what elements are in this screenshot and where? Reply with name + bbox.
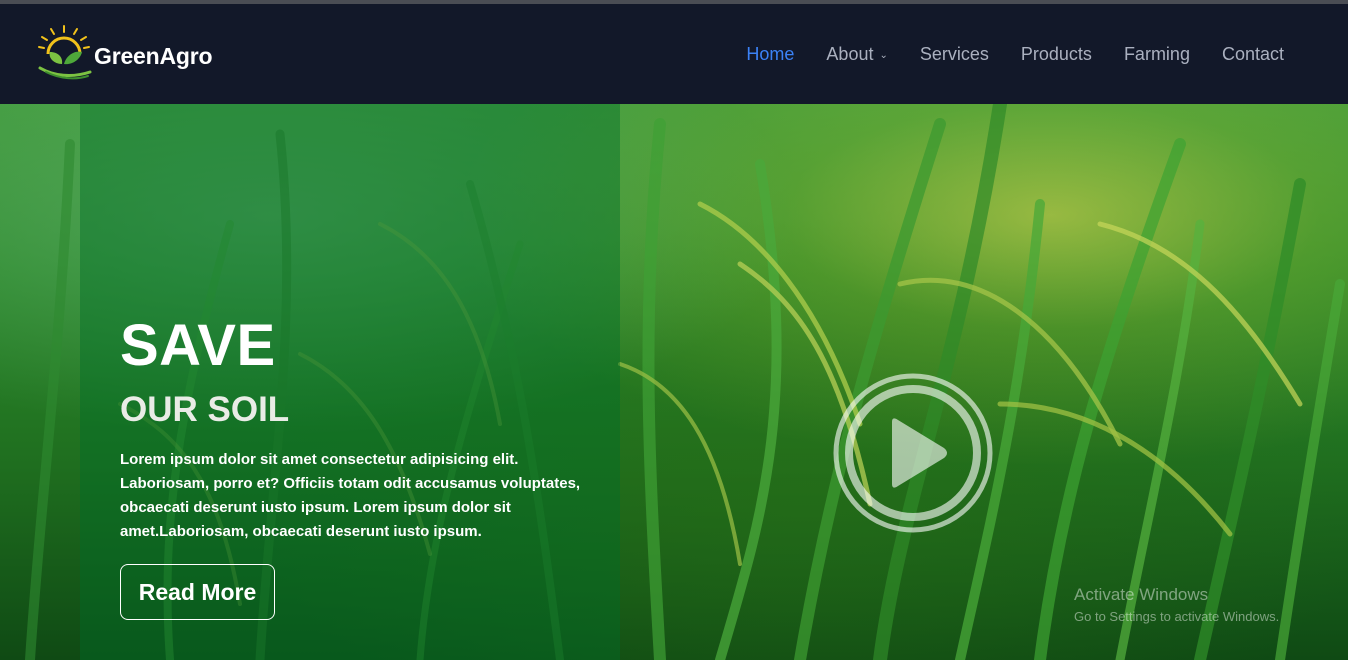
windows-activation-watermark: Activate Windows Go to Settings to activ…: [1074, 584, 1279, 628]
navbar: GreenAgro Home About ⌄ Services Products…: [0, 4, 1348, 104]
chevron-down-icon: ⌄: [879, 49, 888, 61]
read-more-button[interactable]: Read More: [120, 564, 275, 620]
nav-farming[interactable]: Farming: [1124, 44, 1190, 65]
play-video-button[interactable]: [832, 372, 994, 534]
nav-about[interactable]: About ⌄: [826, 44, 887, 65]
hero-subtitle: OUR SOIL: [120, 390, 290, 429]
play-icon: [833, 373, 993, 533]
brand-name: GreenAgro: [94, 42, 213, 69]
hero-description: Lorem ipsum dolor sit amet consectetur a…: [120, 451, 581, 540]
nav-products[interactable]: Products: [1021, 44, 1092, 65]
sun-leaf-logo-icon: [38, 25, 92, 80]
nav-about-label: About: [826, 43, 874, 64]
nav-home[interactable]: Home: [746, 44, 794, 65]
hero-section: SAVE OUR SOIL Lorem ipsum dolor sit amet…: [0, 104, 1348, 660]
nav-menu: Home About ⌄ Services Products Farming C…: [714, 4, 1284, 104]
watermark-title: Activate Windows: [1074, 585, 1209, 604]
brand-logo[interactable]: GreenAgro: [36, 24, 213, 84]
nav-contact[interactable]: Contact: [1222, 44, 1284, 65]
watermark-subtitle: Go to Settings to activate Windows.: [1074, 609, 1280, 624]
nav-services[interactable]: Services: [920, 44, 989, 65]
hero-title: SAVE: [120, 313, 276, 378]
